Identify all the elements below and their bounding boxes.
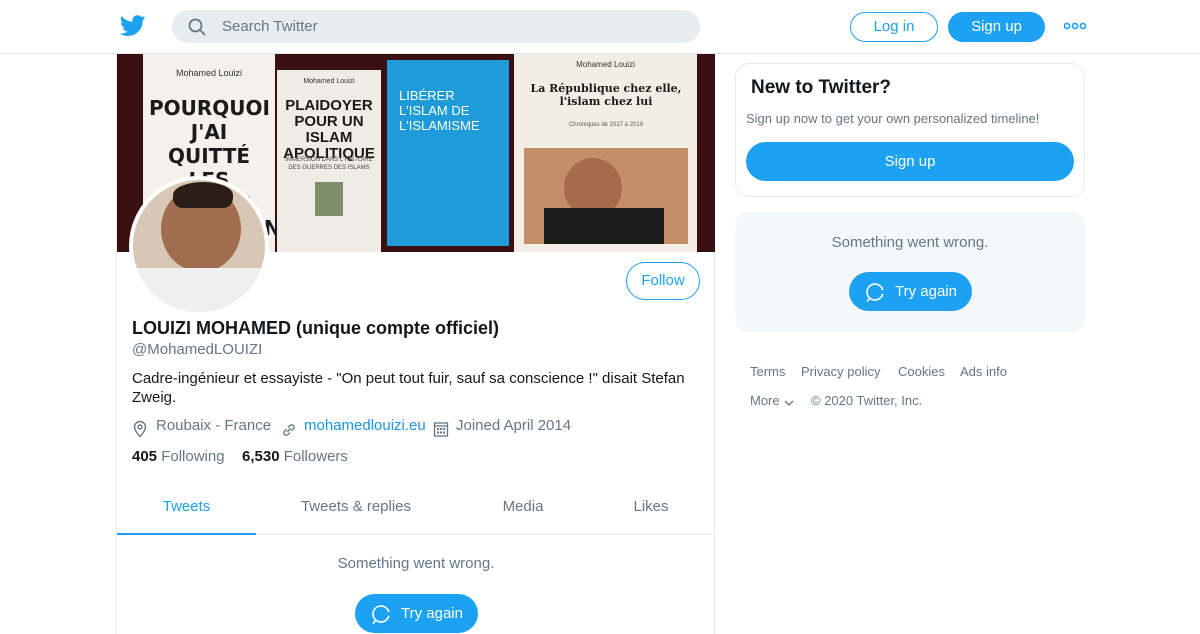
footer-cookies-link[interactable]: Cookies — [898, 364, 945, 379]
footer-privacy-link[interactable]: Privacy policy — [801, 364, 880, 379]
sidebar-error-box: Something went wrong. Try again — [735, 212, 1085, 332]
profile-column: Mohamed Louizi POURQUOI J'AI QUITTÉ LES … — [116, 54, 715, 634]
sidebar-try-again-label: Try again — [895, 283, 957, 300]
footer-terms-link[interactable]: Terms — [750, 364, 785, 379]
banner-book-2: Mohamed Louizi PLAIDOYER POUR UN ISLAM A… — [277, 70, 381, 252]
following-stat[interactable]: 405 Following — [132, 448, 225, 465]
signup-card-title: New to Twitter? — [751, 77, 892, 98]
banner-book-4: Mohamed Louizi La République chez elle, … — [514, 54, 697, 252]
footer-ads-info-link[interactable]: Ads info — [960, 364, 1007, 379]
location-text: Roubaix - France — [156, 417, 272, 434]
profile-display-name: LOUIZI MOHAMED (unique compte officiel) — [132, 318, 499, 338]
search-bar[interactable] — [172, 10, 700, 43]
tab-likes[interactable]: Likes — [607, 484, 695, 535]
followers-stat[interactable]: 6,530 Followers — [242, 448, 348, 465]
search-input[interactable] — [222, 10, 682, 43]
footer-more-link[interactable]: More — [750, 393, 795, 408]
profile-handle: @MohamedLOUIZI — [132, 341, 263, 358]
signup-card-button[interactable]: Sign up — [746, 142, 1074, 181]
sidebar-error-message: Something went wrong. — [831, 234, 989, 251]
chevron-down-icon — [784, 400, 794, 406]
book-2-subtitle: IMMERSION DANS L'HISTOIRE DES GUERRES DE… — [285, 157, 373, 171]
top-navigation-bar: Log in Sign up — [0, 0, 1200, 54]
calendar-icon — [433, 422, 449, 437]
book-3-title: LIBÉRER L'ISLAM DE L'ISLAMISME — [399, 88, 480, 133]
footer-copyright: © 2020 Twitter, Inc. — [811, 393, 923, 408]
book-4-subtitle: Chroniques de 2017 à 2019 — [568, 122, 644, 128]
book-1-author: Mohamed Louizi — [175, 68, 243, 78]
follow-button[interactable]: Follow — [626, 262, 700, 300]
profile-avatar[interactable] — [129, 176, 269, 316]
twitter-bird-icon[interactable] — [120, 14, 146, 38]
followers-count: 6,530 — [242, 448, 280, 465]
search-icon — [188, 18, 206, 36]
website-link[interactable]: mohamedlouizi.eu — [304, 417, 426, 434]
tab-tweets-and-replies[interactable]: Tweets & replies — [281, 484, 431, 535]
more-dots-icon[interactable] — [1064, 19, 1086, 33]
signup-card: New to Twitter? Sign up now to get your … — [735, 63, 1085, 197]
retry-icon — [866, 283, 884, 302]
following-count: 405 — [132, 448, 158, 465]
tab-media[interactable]: Media — [473, 484, 573, 535]
following-label: Following — [161, 448, 225, 465]
signup-button-header[interactable]: Sign up — [948, 12, 1045, 42]
book-2-emblem — [315, 182, 343, 216]
profile-tabs: Tweets Tweets & replies Media Likes — [117, 484, 715, 535]
book-2-title: PLAIDOYER POUR UN ISLAM APOLITIQUE — [283, 97, 375, 162]
link-icon — [283, 424, 295, 436]
signup-card-subtitle: Sign up now to get your own personalized… — [746, 111, 1040, 126]
location-pin-icon — [133, 420, 147, 438]
book-2-author: Mohamed Louizi — [303, 78, 355, 85]
book-4-author-photo — [524, 148, 688, 244]
timeline-try-again-button[interactable]: Try again — [355, 594, 478, 633]
book-4-author: Mohamed Louizi — [576, 60, 635, 69]
timeline-error-message: Something went wrong. — [337, 555, 495, 572]
sidebar-try-again-button[interactable]: Try again — [849, 272, 972, 311]
tab-tweets[interactable]: Tweets — [117, 484, 256, 535]
timeline-try-again-label: Try again — [401, 605, 463, 622]
footer-more-label: More — [750, 393, 780, 408]
login-button[interactable]: Log in — [850, 12, 938, 42]
book-4-title: La République chez elle, l'islam chez lu… — [530, 82, 682, 108]
profile-bio: Cadre-ingénieur et essayiste - "On peut … — [132, 370, 685, 406]
retry-icon — [372, 605, 390, 624]
followers-label: Followers — [283, 448, 348, 465]
joined-text: Joined April 2014 — [456, 417, 572, 434]
banner-book-3: LIBÉRER L'ISLAM DE L'ISLAMISME — [387, 60, 509, 246]
